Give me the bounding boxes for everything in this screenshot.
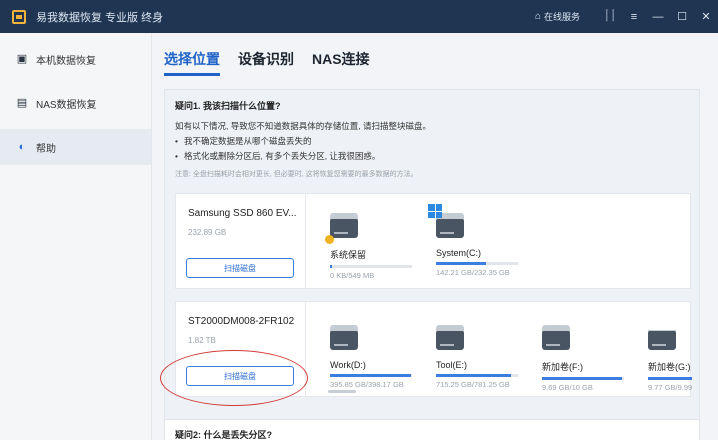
- partition-size: 0 KB/549 MB: [330, 271, 375, 280]
- drive-icon: [436, 325, 464, 350]
- partition-label: 新加卷(F:): [542, 362, 583, 372]
- scan-disk-button[interactable]: 扫描磁盘: [186, 258, 294, 278]
- location-tabs: 选择位置 设备识别 NAS连接: [164, 49, 388, 76]
- sidebar-item-label: NAS数据恢复: [36, 99, 97, 111]
- system-reserved-drive-icon: [325, 213, 358, 244]
- app-logo-icon: [12, 9, 26, 24]
- partition-size: 715.25 GB/781.25 GB: [436, 380, 510, 389]
- partition-size: 9.77 GB/9.99 GB: [648, 383, 692, 392]
- tab-device-recognition[interactable]: 设备识别: [238, 49, 294, 76]
- usage-bar-fill: [542, 377, 622, 380]
- window-controls: ⌂ 在线服务 ⏐⏐ ≡ — ☐ ✕: [535, 0, 718, 33]
- usage-bar: [436, 262, 518, 265]
- highlight-ellipse: [160, 350, 308, 406]
- disk-size: 232.89 GB: [188, 228, 227, 237]
- partition-new-g[interactable]: 新加卷(G:) 9.77 GB/9.99 GB: [648, 330, 692, 392]
- app-title: 易我数据恢复 专业版 终身: [36, 11, 164, 24]
- windows-icon: [428, 204, 442, 218]
- partition-label: System(C:): [436, 248, 481, 258]
- headset-icon: ⌂: [534, 11, 541, 22]
- online-service-button[interactable]: ⌂ 在线服务: [535, 10, 580, 23]
- usage-bar-fill: [436, 262, 487, 265]
- faq-question-1: 疑问1. 我该扫描什么位置?: [175, 101, 281, 111]
- sidebar-item-help[interactable]: ◐ 帮助: [0, 129, 151, 165]
- usage-bar-fill: [330, 265, 332, 268]
- usage-bar-fill: [648, 377, 692, 380]
- sidebar-item-label: 帮助: [36, 143, 56, 155]
- partition-new-f[interactable]: 新加卷(F:) 9.69 GB/10 GB: [542, 325, 632, 392]
- usage-bar: [330, 374, 412, 377]
- faq-bullet: 格式化或删除分区后, 有多个丢失分区, 让我很困惑。: [175, 150, 380, 162]
- partition-size: 9.69 GB/10 GB: [542, 383, 593, 392]
- partition-system-reserved[interactable]: 系统保留 0 KB/549 MB: [325, 213, 420, 280]
- usage-bar-fill: [330, 374, 412, 377]
- faq-bullet: 我不确定数据是从哪个磁盘丢失的: [175, 135, 312, 147]
- sidebar-item-nas-recovery[interactable]: ▤ NAS数据恢复: [0, 85, 151, 121]
- partition-tool-e[interactable]: Tool(E:) 715.25 GB/781.25 GB: [436, 325, 526, 389]
- drive-icon: [330, 325, 358, 350]
- partition-size: 142.21 GB/232.35 GB: [436, 268, 510, 277]
- partition-system-c[interactable]: System(C:) 142.21 GB/232.35 GB: [428, 204, 526, 277]
- partition-label: Work(D:): [330, 360, 366, 370]
- usage-bar: [542, 377, 624, 380]
- partition-work-d[interactable]: Work(D:) 395.85 GB/398.17 GB: [330, 325, 420, 389]
- usage-bar: [648, 377, 692, 380]
- sidebar: ▣ 本机数据恢复 ▤ NAS数据恢复 ◐ 帮助: [0, 33, 152, 440]
- disk-name: ST2000DM008-2FR102: [188, 316, 295, 327]
- partition-label: 系统保留: [330, 250, 367, 260]
- windows-drive-icon: [428, 204, 464, 238]
- close-button[interactable]: ✕: [694, 10, 718, 23]
- disk-name: Samsung SSD 860 EV...: [188, 208, 297, 219]
- local-disk-icon: ▣: [16, 53, 28, 65]
- usage-bar: [436, 374, 518, 377]
- faq-card-2: 疑问2: 什么是丢失分区?: [164, 419, 700, 440]
- disk-size: 1.82 TB: [188, 336, 216, 345]
- disk-panel-samsung: Samsung SSD 860 EV... 232.89 GB 扫描磁盘 系统保…: [175, 193, 691, 289]
- faq-description: 如有以下情况, 导致您不知道数据具体的存储位置, 请扫描整块磁盘。: [175, 121, 431, 131]
- partition-label: Tool(E:): [436, 360, 468, 370]
- sidebar-item-local-recovery[interactable]: ▣ 本机数据恢复: [0, 41, 151, 77]
- horizontal-scrollbar[interactable]: [328, 390, 356, 393]
- faq-note: 注意: 全盘扫描耗时会相对更长, 但必要时, 这将恢复您需要的最多数据的方法。: [175, 171, 418, 178]
- menu-button[interactable]: ≡: [622, 11, 646, 23]
- sidebar-item-label: 本机数据恢复: [36, 55, 96, 67]
- tab-nas-connect[interactable]: NAS连接: [312, 49, 370, 76]
- usage-bar: [330, 265, 412, 268]
- disk-info: Samsung SSD 860 EV... 232.89 GB 扫描磁盘: [176, 194, 306, 288]
- minimize-button[interactable]: —: [646, 11, 670, 23]
- partition-size: 395.85 GB/398.17 GB: [330, 380, 404, 389]
- tab-select-location[interactable]: 选择位置: [164, 49, 220, 76]
- title-bar: 易我数据恢复 专业版 终身 ⌂ 在线服务 ⏐⏐ ≡ — ☐ ✕: [0, 0, 718, 33]
- partition-label: 新加卷(G:): [648, 362, 691, 372]
- usage-bar-fill: [436, 374, 512, 377]
- feedback-button[interactable]: ⏐⏐: [598, 10, 622, 23]
- faq-question-2: 疑问2: 什么是丢失分区?: [175, 430, 273, 440]
- drive-icon: [648, 330, 676, 350]
- maximize-button[interactable]: ☐: [670, 10, 694, 23]
- help-icon: ◐: [18, 141, 26, 153]
- nas-icon: ▤: [16, 97, 28, 109]
- warning-dot-icon: [325, 235, 334, 244]
- drive-icon: [542, 325, 570, 350]
- online-service-label: 在线服务: [543, 12, 580, 22]
